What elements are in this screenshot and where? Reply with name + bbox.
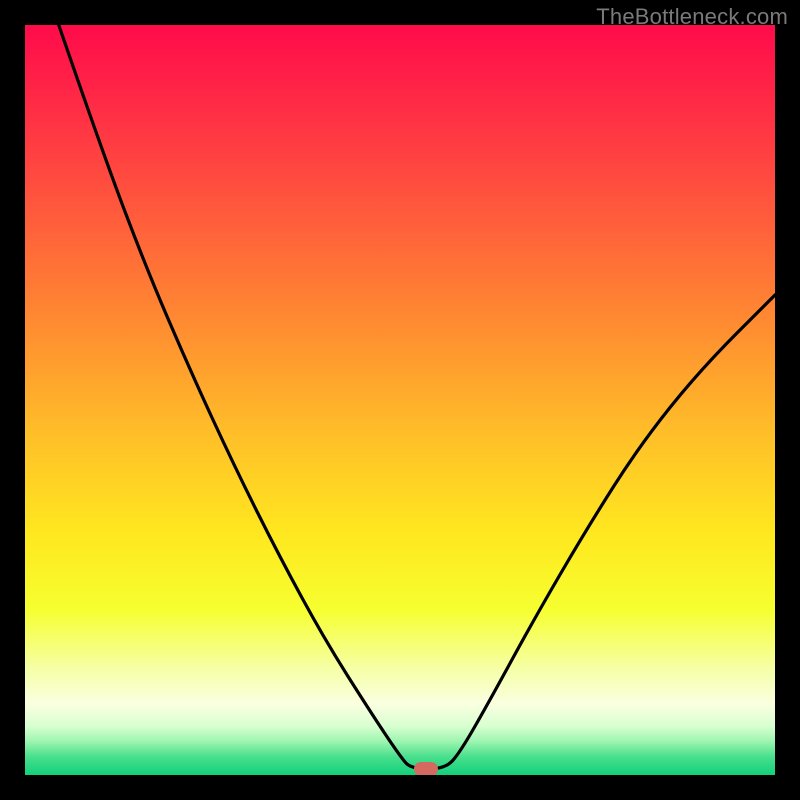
bottleneck-curve bbox=[25, 25, 775, 775]
chart-frame: TheBottleneck.com bbox=[0, 0, 800, 800]
watermark-text: TheBottleneck.com bbox=[596, 4, 788, 30]
optimal-point-marker bbox=[414, 762, 438, 775]
plot-area bbox=[25, 25, 775, 775]
